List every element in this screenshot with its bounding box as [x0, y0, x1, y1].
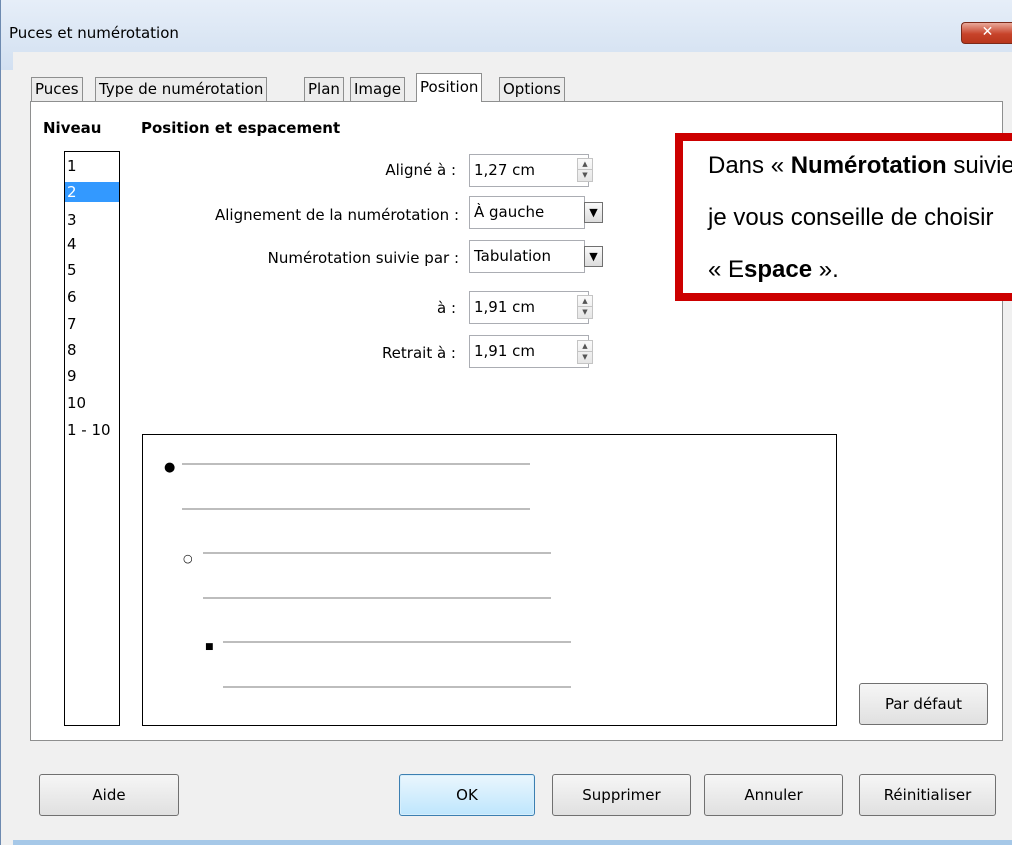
aligned-label: Aligné à :: [385, 161, 456, 179]
level-item[interactable]: 10: [65, 393, 119, 413]
spin-down-icon[interactable]: ▼: [578, 352, 592, 363]
level-item[interactable]: 7: [65, 314, 119, 334]
window-bottom-edge: [13, 840, 1012, 845]
chevron-down-icon[interactable]: ▼: [584, 202, 603, 223]
dialog-title: Puces et numérotation: [9, 24, 179, 42]
preview-line: [182, 508, 530, 510]
level-heading: Niveau: [43, 119, 102, 137]
at-value: 1,91 cm: [474, 298, 536, 316]
aligned-value: 1,27 cm: [474, 161, 536, 179]
preview-line: [223, 686, 571, 688]
spin-down-icon[interactable]: ▼: [578, 170, 592, 181]
reset-button[interactable]: Réinitialiser: [859, 774, 996, 816]
level-item[interactable]: 6: [65, 287, 119, 307]
tab-options[interactable]: Options: [499, 77, 565, 101]
tab-puces[interactable]: Puces: [31, 77, 83, 101]
tab-type-numerotation[interactable]: Type de numérotation: [95, 77, 268, 101]
delete-button[interactable]: Supprimer: [552, 774, 691, 816]
indent-field[interactable]: 1,91 cm: [469, 335, 589, 368]
level-item[interactable]: 4: [65, 234, 119, 254]
indent-label: Retrait à :: [381, 344, 456, 362]
spin-up-icon[interactable]: ▲: [578, 341, 592, 352]
followed-value: Tabulation: [474, 247, 551, 265]
cancel-button[interactable]: Annuler: [704, 774, 843, 816]
tab-plan[interactable]: Plan: [304, 77, 344, 101]
level-item[interactable]: 3: [65, 210, 119, 230]
tab-image[interactable]: Image: [350, 77, 405, 101]
at-field[interactable]: 1,91 cm: [469, 291, 589, 324]
preview-line: [203, 552, 551, 554]
level-list[interactable]: 1 2 3 4 5 6 7 8 9 10 1 - 10: [64, 151, 120, 726]
spin-up-icon[interactable]: ▲: [578, 159, 592, 170]
aligned-spinner[interactable]: ▲ ▼: [577, 158, 593, 182]
spin-up-icon[interactable]: ▲: [578, 296, 592, 307]
preview-line: [203, 597, 551, 599]
default-button-label: Par défaut: [884, 695, 963, 713]
alignment-value: À gauche: [474, 203, 545, 221]
chevron-down-icon[interactable]: ▼: [584, 246, 603, 267]
default-button[interactable]: Par défaut: [859, 683, 988, 725]
callout-line-2: je vous conseille de choisir: [708, 204, 994, 231]
annotation-callout: Dans « Numérotation suivie par », je vou…: [675, 133, 1012, 301]
level-item[interactable]: 5: [65, 260, 119, 280]
position-heading: Position et espacement: [141, 119, 341, 137]
level-item[interactable]: 9: [65, 366, 119, 386]
level-item[interactable]: 1 - 10: [65, 420, 119, 440]
square-bullet-icon: ■: [205, 642, 214, 652]
close-button[interactable]: ✕: [961, 22, 1012, 44]
level-item[interactable]: 8: [65, 340, 119, 360]
level-item[interactable]: 2: [65, 182, 119, 202]
preview-line: [223, 641, 571, 643]
help-button[interactable]: Aide: [39, 774, 179, 816]
callout-line-3: « Espace ».: [708, 256, 839, 283]
followed-label: Numérotation suivie par :: [267, 249, 459, 267]
preview-area: ● ○ ■: [142, 434, 837, 726]
tab-position[interactable]: Position: [416, 73, 483, 102]
alignment-select[interactable]: À gauche: [469, 196, 585, 229]
followed-select[interactable]: Tabulation: [469, 240, 585, 273]
level-item[interactable]: 1: [65, 156, 119, 176]
indent-value: 1,91 cm: [474, 342, 536, 360]
at-label: à :: [436, 299, 456, 317]
indent-spinner[interactable]: ▲ ▼: [577, 340, 593, 364]
filled-circle-bullet-icon: ●: [164, 460, 176, 475]
callout-line-1: Dans « Numérotation suivie par »,: [708, 152, 1012, 179]
alignment-label: Alignement de la numérotation :: [215, 206, 459, 224]
spin-down-icon[interactable]: ▼: [578, 307, 592, 318]
preview-line: [182, 463, 530, 465]
dialog-window: Puces et numérotation ✕ Puces Type de nu…: [0, 0, 1012, 845]
aligned-field[interactable]: 1,27 cm: [469, 154, 589, 187]
ok-button[interactable]: OK: [399, 774, 535, 816]
hollow-circle-bullet-icon: ○: [183, 552, 193, 565]
at-spinner[interactable]: ▲ ▼: [577, 295, 593, 319]
